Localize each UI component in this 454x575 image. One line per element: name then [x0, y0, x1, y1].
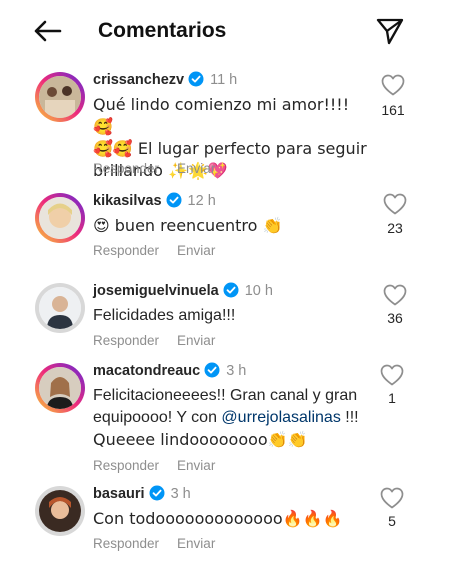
comment-time: 12 h: [187, 193, 216, 209]
like-count: 36: [387, 310, 403, 326]
comment-username[interactable]: kikasilvas: [93, 193, 162, 209]
comment-username[interactable]: basauri: [93, 486, 145, 502]
verified-badge-icon: [223, 282, 239, 304]
comment-actions: Responder Enviar: [93, 458, 215, 473]
avatar[interactable]: [35, 72, 85, 122]
arrow-left-icon[interactable]: [30, 17, 64, 45]
avatar[interactable]: [35, 283, 85, 333]
comment-text: Felicitacioneeees!! Gran canal y gran eq…: [93, 387, 359, 449]
comment-meta: kikasilvas 12 h: [93, 191, 216, 214]
comment-username[interactable]: josemiguelvinuela: [93, 283, 219, 299]
comment-meta: josemiguelvinuela 10 h: [93, 281, 273, 304]
heart-icon[interactable]: [380, 364, 404, 386]
comment-time: 3 h: [170, 486, 191, 502]
like-count: 1: [388, 390, 396, 406]
send-button[interactable]: Enviar: [177, 161, 215, 176]
verified-badge-icon: [204, 362, 220, 384]
like-count: 23: [387, 220, 403, 236]
comment-text: 😍 buen reencuentro 👏: [93, 216, 283, 235]
like-count: 5: [388, 513, 396, 529]
reply-button[interactable]: Responder: [93, 243, 159, 258]
send-button[interactable]: Enviar: [177, 333, 215, 348]
comment-username[interactable]: crissanchezv: [93, 72, 184, 88]
comment-actions: Responder Enviar: [93, 161, 215, 176]
reply-button[interactable]: Responder: [93, 536, 159, 551]
comment-text: Felicidades amiga!!!: [93, 307, 236, 324]
comment-time: 11 h: [210, 72, 238, 88]
comment-meta: crissanchezv 11 h: [93, 70, 237, 93]
comment-actions: Responder Enviar: [93, 243, 215, 258]
comment-text: Con todooooooooooooo🔥🔥🔥: [93, 509, 343, 528]
comment-meta: macatondreauc 3 h: [93, 361, 246, 384]
like-count: 161: [381, 102, 405, 118]
header: Comentarios: [0, 0, 454, 62]
avatar[interactable]: [35, 363, 85, 413]
send-button[interactable]: Enviar: [177, 458, 215, 473]
comment-time: 10 h: [244, 283, 273, 299]
reply-button[interactable]: Responder: [93, 333, 159, 348]
send-button[interactable]: Enviar: [177, 243, 215, 258]
verified-badge-icon: [149, 485, 165, 507]
verified-badge-icon: [188, 71, 204, 93]
avatar[interactable]: [35, 193, 85, 243]
comment-time: 3 h: [226, 363, 247, 379]
heart-icon[interactable]: [383, 284, 407, 306]
page-title: Comentarios: [98, 19, 227, 42]
heart-icon[interactable]: [380, 487, 404, 509]
heart-icon[interactable]: [383, 193, 407, 215]
verified-badge-icon: [166, 192, 182, 214]
paper-plane-icon[interactable]: [375, 16, 405, 46]
heart-icon[interactable]: [381, 74, 405, 96]
send-button[interactable]: Enviar: [177, 536, 215, 551]
comment-actions: Responder Enviar: [93, 333, 215, 348]
comment-username[interactable]: macatondreauc: [93, 363, 200, 379]
avatar[interactable]: [35, 486, 85, 536]
comment-actions: Responder Enviar: [93, 536, 215, 551]
reply-button[interactable]: Responder: [93, 161, 159, 176]
user-mention-link[interactable]: @urrejolasalinas: [221, 409, 340, 426]
comment-meta: basauri 3 h: [93, 484, 191, 507]
reply-button[interactable]: Responder: [93, 458, 159, 473]
